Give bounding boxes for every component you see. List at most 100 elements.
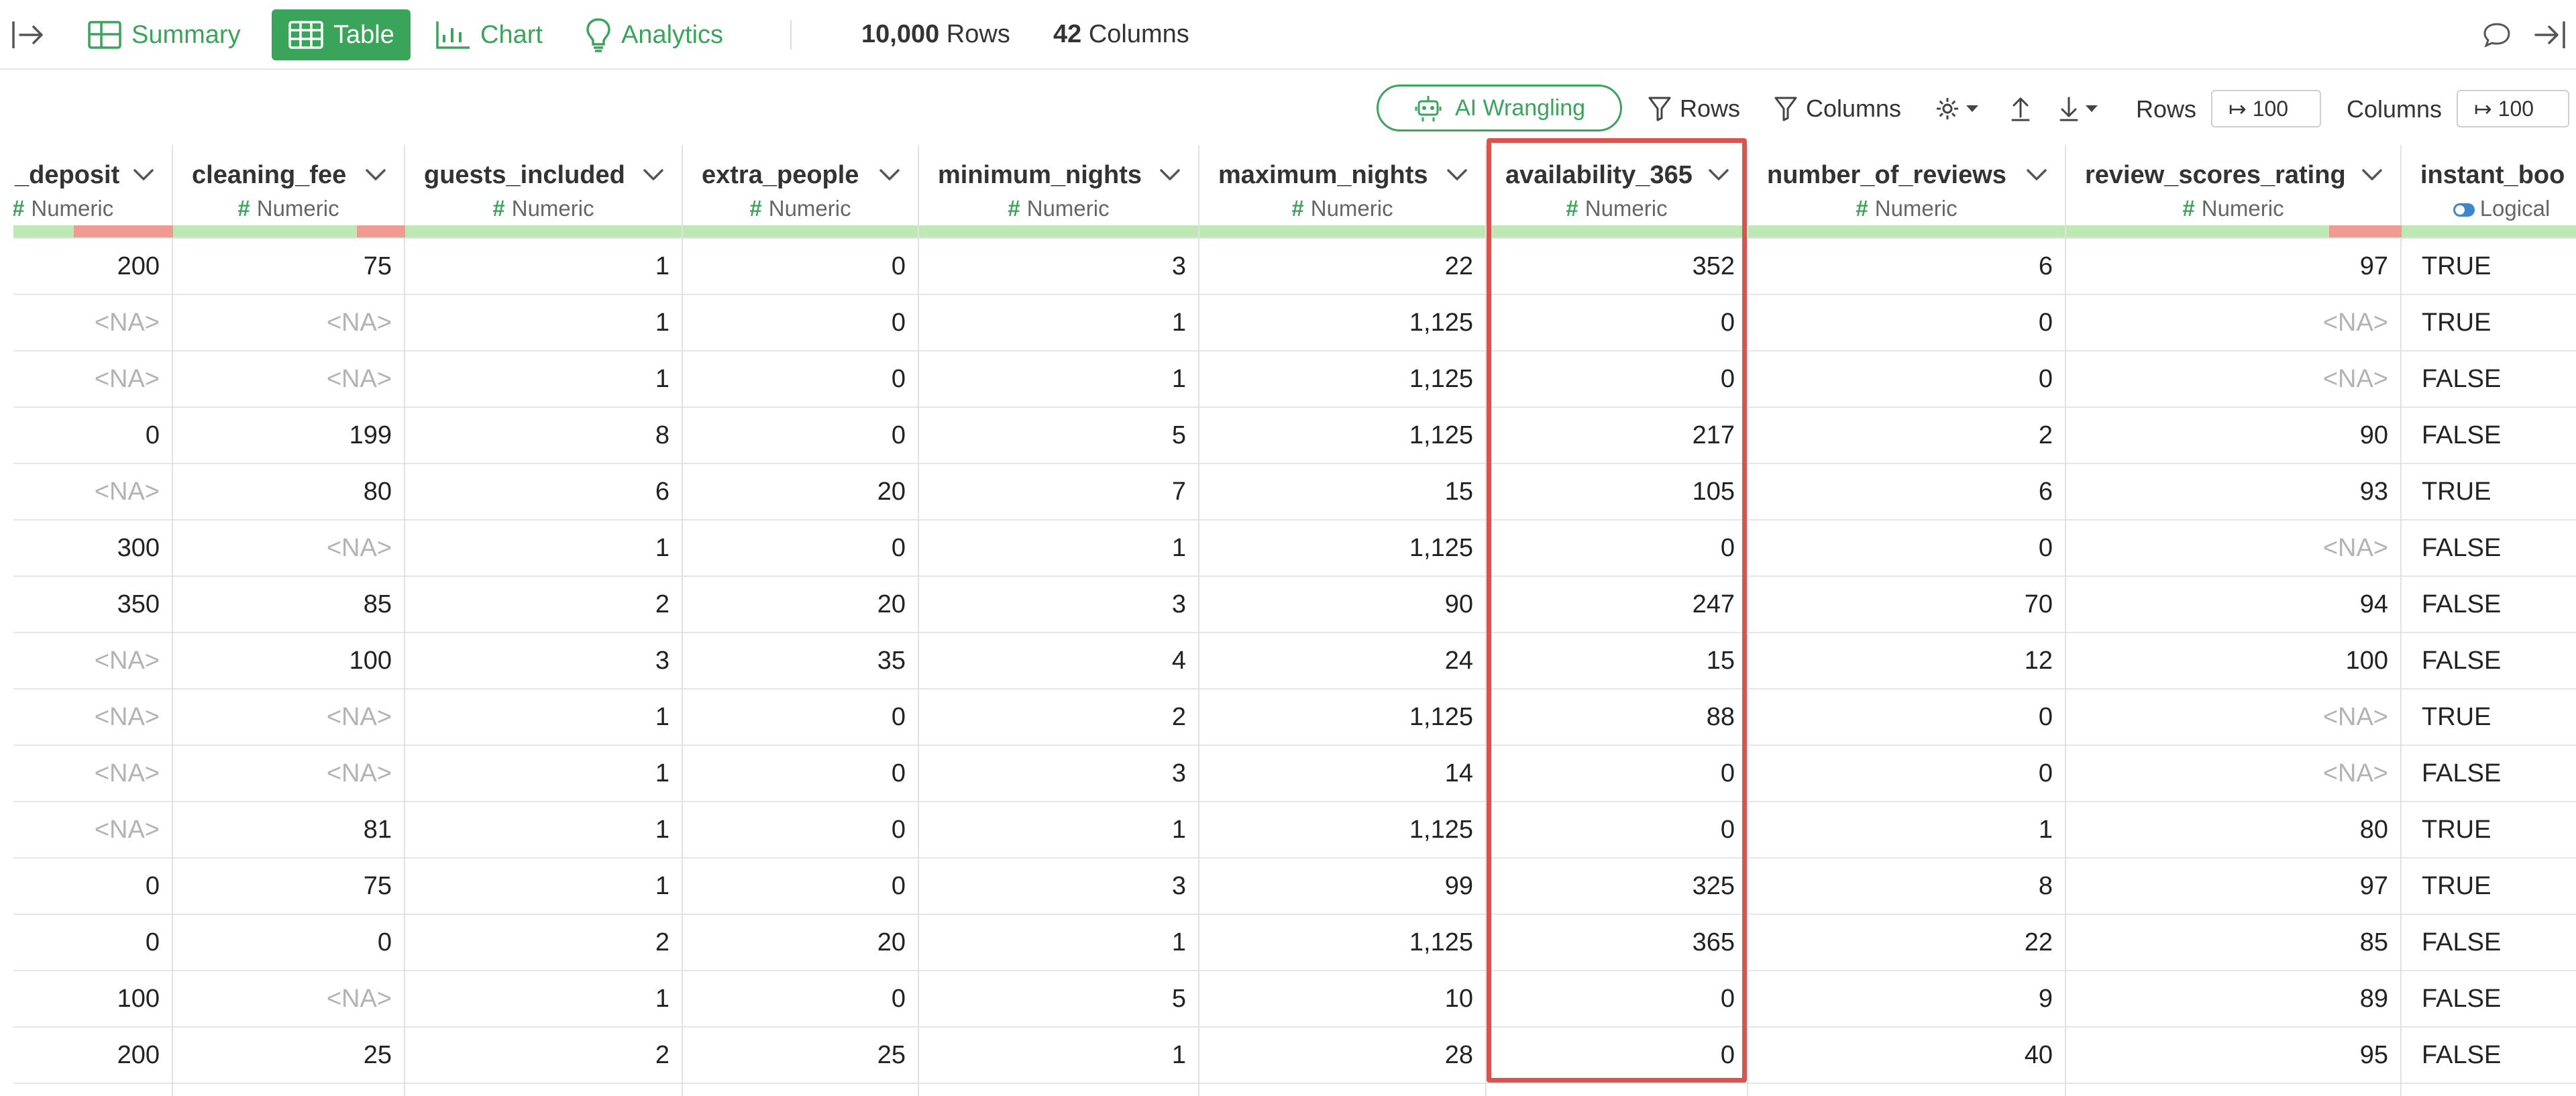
table-cell[interactable]: 75 [173,857,404,914]
table-cell[interactable]: 4 [919,632,1198,688]
table-cell[interactable]: 10 [1199,970,1485,1026]
table-cell[interactable]: 0 [1487,350,1747,406]
table-cell[interactable]: <NA> [2066,745,2400,801]
table-cell[interactable]: 1 [919,350,1198,406]
chevron-down-icon[interactable] [643,168,664,182]
table-cell[interactable]: 8 [405,406,682,463]
table-cell[interactable]: 15 [1199,463,1485,519]
table-cell[interactable]: 1,125 [1199,350,1485,406]
table-cell[interactable]: <NA> [13,688,172,745]
table-cell[interactable]: 1,125 [1199,406,1485,463]
table-cell[interactable]: 12 [1748,632,2065,688]
table-cell[interactable]: <NA> [173,970,404,1026]
table-cell[interactable]: <NA> [2066,350,2400,406]
column-header[interactable]: number_of_reviews # Numeric [1748,145,2065,225]
table-cell[interactable]: 217 [1487,406,1747,463]
table-cell[interactable]: 247 [1487,576,1747,632]
table-cell[interactable]: <NA> [13,801,172,857]
table-cell[interactable]: 5 [919,406,1198,463]
table-cell[interactable]: 97 [2066,237,2400,294]
ai-wrangling-button[interactable]: AI Wrangling [1377,85,1622,131]
table-cell[interactable]: TRUE [2402,688,2576,745]
table-cell[interactable]: 3 [919,745,1198,801]
table-cell[interactable]: 14 [1199,745,1485,801]
table-cell[interactable]: 6 [405,463,682,519]
table-cell[interactable]: 1 [405,857,682,914]
table-cell[interactable]: 100 [13,970,172,1026]
chevron-down-icon[interactable] [879,168,900,182]
table-cell[interactable]: 20 [683,463,918,519]
table-cell[interactable]: 9 [1748,970,2065,1026]
comment-icon[interactable] [2479,20,2514,50]
table-cell[interactable]: FALSE [2402,632,2576,688]
table-cell[interactable]: 99 [1199,857,1485,914]
column-header[interactable]: maximum_nights # Numeric [1199,145,1485,225]
table-cell[interactable]: <NA> [173,519,404,576]
table-cell[interactable]: 3 [919,237,1198,294]
table-cell[interactable]: 1 [919,519,1198,576]
table-cell[interactable]: 200 [13,1026,172,1083]
columns-limit-input[interactable]: ↦ 100 [2457,90,2569,127]
table-cell[interactable]: 0 [683,688,918,745]
table-cell[interactable]: 200 [13,237,172,294]
table-cell[interactable]: 1 [919,801,1198,857]
table-cell[interactable]: TRUE [2402,463,2576,519]
table-cell[interactable]: 80 [2066,801,2400,857]
table-cell[interactable]: 2 [405,1026,682,1083]
table-cell[interactable]: 2 [1748,406,2065,463]
table-cell[interactable]: 93 [2066,463,2400,519]
table-cell[interactable]: 70 [1748,576,2065,632]
table-cell[interactable]: 22 [1748,914,2065,970]
table-cell[interactable]: FALSE [2402,1026,2576,1083]
column-header[interactable]: instant_boo Logical [2402,145,2576,225]
table-cell[interactable]: <NA> [13,350,172,406]
table-cell[interactable]: 88 [1487,688,1747,745]
table-cell[interactable]: 3 [919,857,1198,914]
table-cell[interactable]: 0 [1487,294,1747,350]
table-cell[interactable]: FALSE [2402,970,2576,1026]
table-cell[interactable]: 90 [1199,576,1485,632]
table-cell[interactable]: 1 [405,294,682,350]
table-cell[interactable]: 85 [173,576,404,632]
table-cell[interactable]: 1,125 [1199,801,1485,857]
collapse-left-icon[interactable] [9,17,47,52]
table-cell[interactable]: TRUE [2402,237,2576,294]
table-cell[interactable]: 365 [1487,914,1747,970]
table-cell[interactable]: 1,125 [1199,519,1485,576]
table-cell[interactable]: 28 [1199,1026,1485,1083]
table-cell[interactable]: 89 [2066,970,2400,1026]
table-cell[interactable]: 80 [173,463,404,519]
tab-summary[interactable]: Summary [87,9,241,60]
tab-chart[interactable]: Chart [435,9,543,60]
table-cell[interactable]: 1,125 [1199,294,1485,350]
table-cell[interactable]: 105 [1487,463,1747,519]
table-cell[interactable]: 350 [13,576,172,632]
table-cell[interactable]: <NA> [13,745,172,801]
table-cell[interactable]: 1 [405,237,682,294]
table-cell[interactable]: 0 [13,406,172,463]
rows-limit-input[interactable]: ↦ 100 [2211,90,2321,127]
rows-filter-button[interactable]: Rows [1648,93,1740,125]
table-cell[interactable]: 22 [1199,237,1485,294]
table-cell[interactable]: 40 [1748,1026,2065,1083]
chevron-down-icon[interactable] [1446,168,1468,182]
table-cell[interactable]: 0 [1487,801,1747,857]
table-cell[interactable]: 0 [1487,519,1747,576]
table-cell[interactable]: 24 [1199,632,1485,688]
table-cell[interactable]: FALSE [2402,350,2576,406]
table-cell[interactable]: TRUE [2402,857,2576,914]
table-cell[interactable]: 25 [683,1026,918,1083]
chevron-down-icon[interactable] [365,168,386,182]
table-cell[interactable]: 0 [13,914,172,970]
table-cell[interactable]: 0 [13,857,172,914]
table-cell[interactable]: TRUE [2402,294,2576,350]
table-cell[interactable]: 0 [1748,519,2065,576]
table-cell[interactable]: 1 [405,801,682,857]
table-cell[interactable]: 352 [1487,237,1747,294]
table-cell[interactable]: 0 [1487,970,1747,1026]
chevron-down-icon[interactable] [133,168,154,182]
column-header[interactable]: review_scores_rating # Numeric [2066,145,2400,225]
table-cell[interactable]: 8 [1748,857,2065,914]
collapse-right-icon[interactable] [2530,17,2568,52]
table-cell[interactable]: 20 [683,914,918,970]
